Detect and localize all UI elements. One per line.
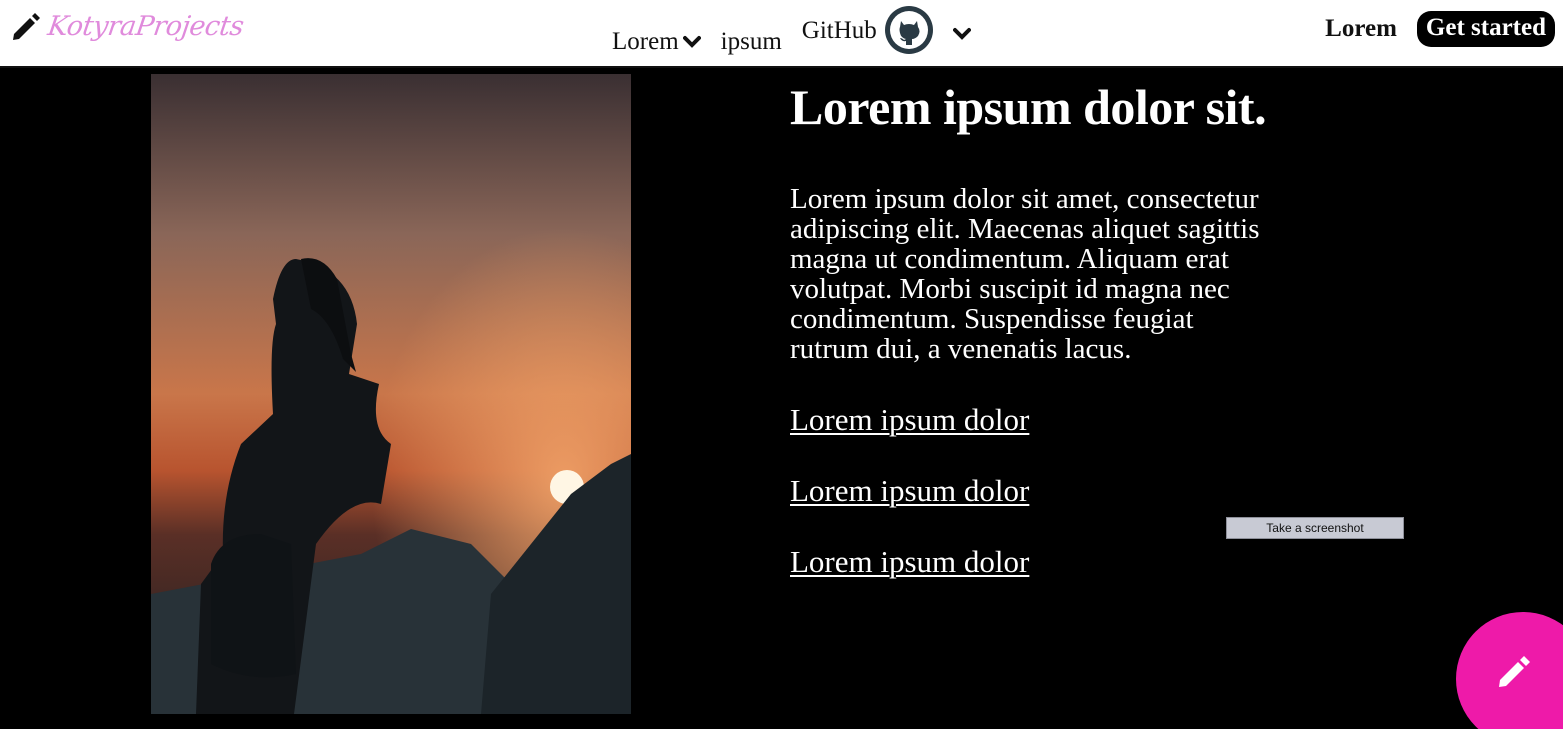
- nav-item-github[interactable]: GitHub: [802, 6, 933, 60]
- get-started-button[interactable]: Get started: [1416, 11, 1555, 47]
- edit-fab-button[interactable]: [1456, 612, 1563, 729]
- main-nav: Lorem ipsum GitHub: [612, 2, 971, 60]
- page: KotyraProjects Lorem ipsum GitHub Lorem …: [0, 0, 1563, 729]
- chevron-down-icon: [682, 28, 701, 56]
- brand-logo-link[interactable]: KotyraProjects: [10, 6, 246, 46]
- content-link[interactable]: Lorem ipsum dolor: [790, 400, 1290, 440]
- link-list: Lorem ipsum dolor Lorem ipsum dolor Lore…: [790, 400, 1290, 582]
- nav-item-lorem-dropdown[interactable]: Lorem: [612, 28, 701, 60]
- nav-item-label: ipsum: [720, 28, 782, 55]
- hero-content: Lorem ipsum dolor sit. Lorem ipsum dolor…: [790, 78, 1290, 613]
- nav-item-label: GitHub: [801, 17, 877, 44]
- page-title: Lorem ipsum dolor sit.: [790, 79, 1267, 135]
- intro-paragraph: Lorem ipsum dolor sit amet, consectetur …: [790, 183, 1260, 365]
- take-screenshot-button[interactable]: Take a screenshot: [1226, 517, 1404, 539]
- chevron-down-icon: [952, 20, 971, 48]
- content-link[interactable]: Lorem ipsum dolor: [790, 542, 1290, 582]
- content-link[interactable]: Lorem ipsum dolor: [790, 471, 1290, 511]
- brand-name: KotyraProjects: [45, 10, 246, 42]
- top-navbar: KotyraProjects Lorem ipsum GitHub Lorem …: [0, 0, 1563, 68]
- nav-item-label: Lorem: [612, 28, 679, 55]
- silhouette-sunset-image: [151, 74, 631, 714]
- login-link[interactable]: Lorem: [1325, 15, 1397, 43]
- pencil-icon: [10, 10, 42, 42]
- github-icon: [884, 6, 933, 54]
- nav-more-dropdown[interactable]: [952, 20, 971, 52]
- nav-item-ipsum[interactable]: ipsum: [721, 28, 782, 60]
- header-actions: Lorem Get started: [1325, 11, 1555, 47]
